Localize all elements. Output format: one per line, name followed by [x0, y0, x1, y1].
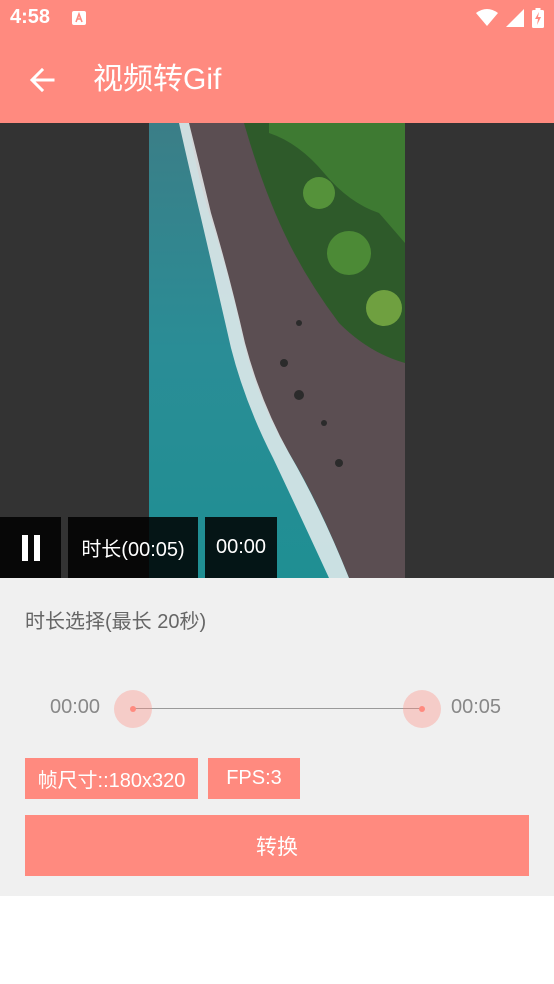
fps-button[interactable]: FPS:3	[208, 758, 300, 799]
settings-panel: 时长选择(最长 20秒) 00:00 00:05 帧尺寸::180x320 FP…	[0, 578, 554, 896]
battery-charging-icon	[532, 8, 544, 28]
arrow-left-icon	[29, 67, 55, 93]
convert-button[interactable]: 转换	[25, 815, 529, 876]
video-duration-label: 时长(00:05)	[68, 517, 198, 578]
page-title: 视频转Gif	[93, 63, 222, 96]
range-slider-track[interactable]	[132, 708, 422, 709]
video-position-label: 00:00	[205, 517, 277, 578]
status-bar: 4:58	[0, 0, 554, 36]
duration-select-label: 时长选择(最长 20秒)	[25, 611, 207, 633]
back-button[interactable]	[20, 60, 64, 100]
range-start-time: 00:00	[50, 696, 101, 718]
app-bar: 视频转Gif	[0, 36, 554, 123]
wifi-icon	[476, 9, 498, 26]
app-notification-icon	[72, 11, 86, 25]
signal-icon	[506, 9, 524, 27]
frame-size-button[interactable]: 帧尺寸::180x320	[25, 758, 198, 799]
video-controls: 时长(00:05) 00:00	[0, 517, 277, 578]
status-time: 4:58	[10, 6, 51, 28]
range-start-handle[interactable]	[114, 690, 152, 728]
pause-icon	[21, 534, 40, 561]
status-icons	[476, 8, 544, 28]
video-frame	[149, 123, 405, 578]
range-end-handle[interactable]	[403, 690, 441, 728]
video-player[interactable]: 时长(00:05) 00:00	[0, 123, 554, 578]
pause-button[interactable]	[0, 517, 61, 578]
range-end-time: 00:05	[451, 696, 502, 718]
